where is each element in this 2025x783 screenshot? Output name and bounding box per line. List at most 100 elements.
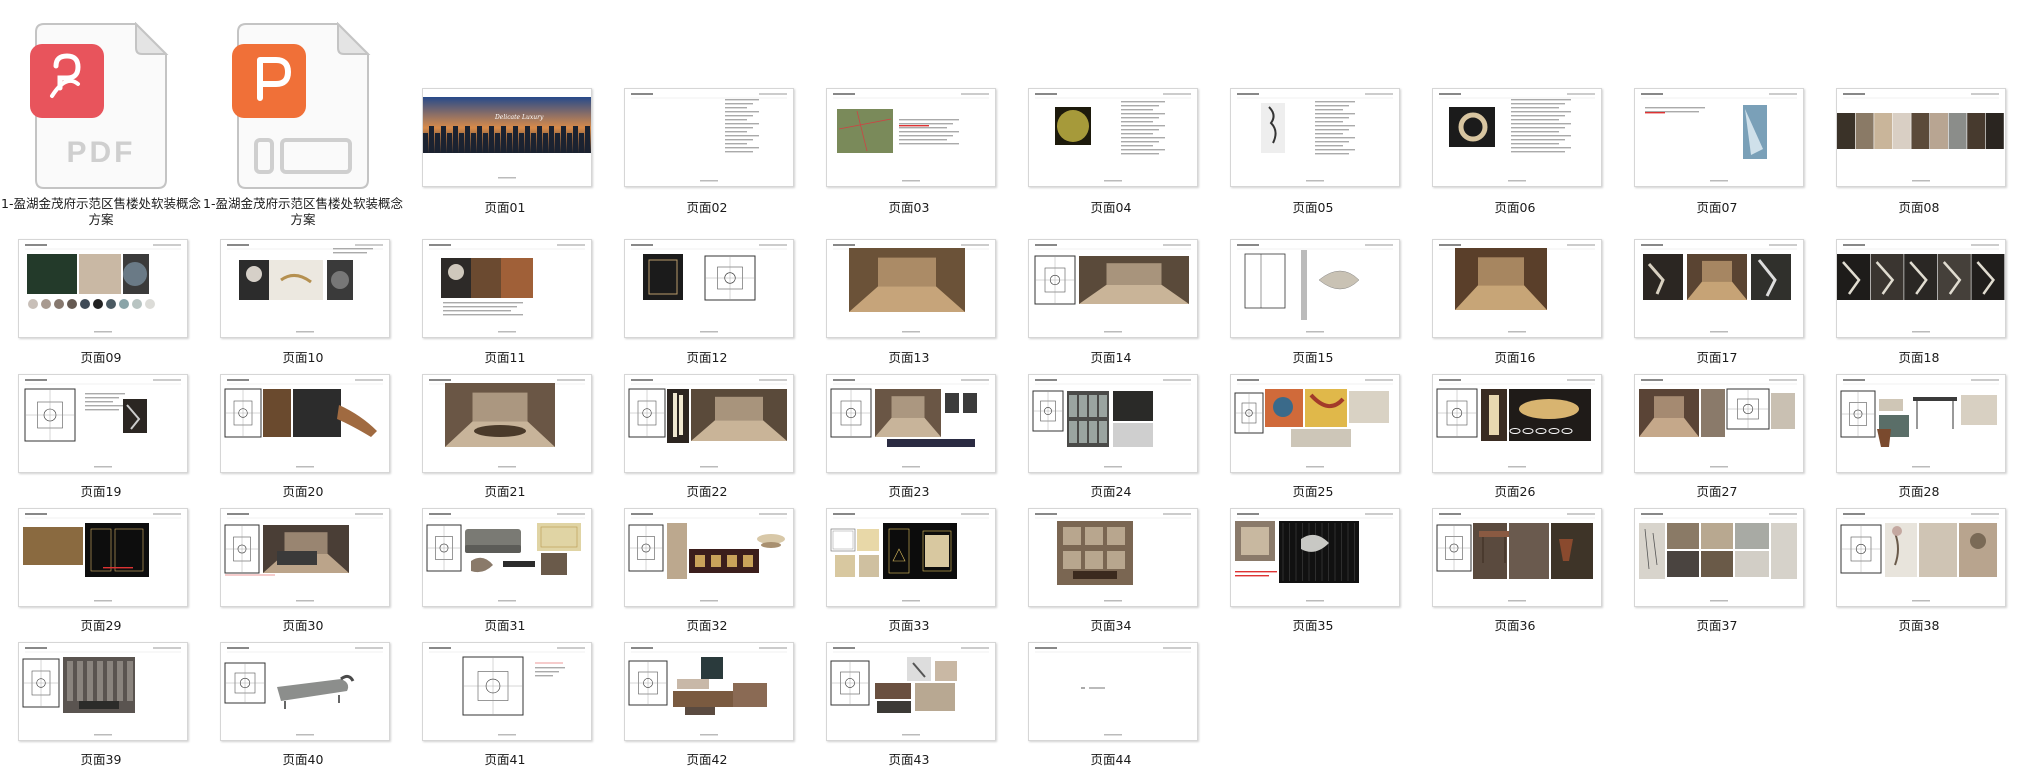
page-thumbnail-item[interactable]: 页面05 — [1212, 84, 1414, 219]
page-thumbnail-item[interactable]: 页面19 — [0, 370, 202, 503]
page-thumbnail-item[interactable]: 页面32 — [606, 504, 808, 637]
page-thumbnail-item[interactable]: 页面07 — [1616, 84, 1818, 219]
page-thumbnail-item[interactable]: 页面31 — [404, 504, 606, 637]
page-thumbnail-item[interactable]: 页面27 — [1616, 370, 1818, 503]
page-thumbnail-item[interactable]: 页面38 — [1818, 504, 2020, 637]
page-thumbnail-label: 页面04 — [1090, 200, 1132, 215]
page-thumbnail-image — [826, 508, 996, 607]
page-thumbnail-item[interactable]: 页面06 — [1414, 84, 1616, 219]
page-thumbnail-item[interactable]: 页面13 — [808, 235, 1010, 369]
page-thumbnail-label: 页面09 — [80, 350, 122, 365]
page-thumbnail-image — [1230, 374, 1400, 473]
page-thumbnail-item[interactable]: 页面36 — [1414, 504, 1616, 637]
page-thumbnail-item[interactable]: 页面11 — [404, 235, 606, 369]
page-thumbnail-label: 页面35 — [1292, 618, 1334, 633]
page-thumbnail-image — [18, 374, 188, 473]
page-thumbnail-image — [1836, 239, 2006, 338]
page-thumbnail-label: 页面30 — [282, 618, 324, 633]
page-thumbnail-label: 页面23 — [888, 484, 930, 499]
page-thumbnail-image — [624, 239, 794, 338]
page-thumbnail-item[interactable]: 页面12 — [606, 235, 808, 369]
page-thumbnail-item[interactable]: 页面03 — [808, 84, 1010, 219]
page-thumbnail-item[interactable]: 页面23 — [808, 370, 1010, 503]
page-thumbnail-item[interactable]: 页面30 — [202, 504, 404, 637]
page-thumbnail-image — [1836, 374, 2006, 473]
page-thumbnail-item[interactable]: 页面20 — [202, 370, 404, 503]
svg-text:Delicate Luxury: Delicate Luxury — [494, 114, 544, 121]
pdf-file-icon: PDF — [30, 22, 169, 189]
page-thumbnail-item[interactable]: 页面02 — [606, 84, 808, 219]
page-thumbnail-label: 页面14 — [1090, 350, 1132, 365]
page-thumbnail-item[interactable]: 页面04 — [1010, 84, 1212, 219]
page-thumbnail-image — [220, 642, 390, 741]
page-thumbnail-item[interactable]: 页面41 — [404, 638, 606, 771]
page-thumbnail-item[interactable]: 页面18 — [1818, 235, 2020, 369]
file-name: 1-盈湖金茂府示范区售楼处软装概念方案 — [203, 196, 403, 227]
page-thumbnail-item[interactable]: 页面08 — [1818, 84, 2020, 219]
page-thumbnail-item[interactable]: 页面22 — [606, 370, 808, 503]
page-thumbnail-image — [422, 239, 592, 338]
page-thumbnail-image — [1432, 239, 1602, 338]
page-thumbnail-item[interactable]: 页面16 — [1414, 235, 1616, 369]
page-thumbnail-item[interactable]: 页面35 — [1212, 504, 1414, 637]
page-thumbnail-image — [1836, 88, 2006, 187]
page-thumbnail-image — [1634, 508, 1804, 607]
page-thumbnail-label: 页面27 — [1696, 484, 1738, 499]
page-thumbnail-item[interactable]: 页面28 — [1818, 370, 2020, 503]
page-thumbnail-image — [1230, 88, 1400, 187]
page-thumbnail-image: Delicate Luxury — [422, 88, 592, 187]
page-thumbnail-label: 页面12 — [686, 350, 728, 365]
page-thumbnail-item[interactable]: 页面26 — [1414, 370, 1616, 503]
page-thumbnail-image — [18, 642, 188, 741]
page-thumbnail-image — [422, 508, 592, 607]
page-thumbnail-image — [1028, 508, 1198, 607]
page-thumbnail-label: 页面18 — [1898, 350, 1940, 365]
page-thumbnail-label: 页面07 — [1696, 200, 1738, 215]
page-thumbnail-label: 页面02 — [686, 200, 728, 215]
page-thumbnail-item[interactable]: 页面43 — [808, 638, 1010, 771]
page-thumbnail-item[interactable]: 页面34 — [1010, 504, 1212, 637]
page-thumbnail-item[interactable]: 页面15 — [1212, 235, 1414, 369]
page-thumbnail-item[interactable]: Delicate Luxury 页面01 — [404, 84, 606, 219]
page-thumbnail-image — [1432, 508, 1602, 607]
page-thumbnail-item[interactable]: 页面39 — [0, 638, 202, 771]
page-thumbnail-image — [220, 239, 390, 338]
page-thumbnail-label: 页面31 — [484, 618, 526, 633]
page-thumbnail-item[interactable]: 页面25 — [1212, 370, 1414, 503]
page-thumbnail-label: 页面11 — [484, 350, 526, 365]
page-thumbnail-label: 页面38 — [1898, 618, 1940, 633]
file-item[interactable]: PDF 1-盈湖金茂府示范区售楼处软装概念方案 — [0, 0, 202, 240]
page-thumbnail-image — [18, 239, 188, 338]
page-thumbnail-image — [826, 642, 996, 741]
page-thumbnail-image — [1230, 508, 1400, 607]
page-thumbnail-item[interactable]: 页面14 — [1010, 235, 1212, 369]
page-thumbnail-label: 页面24 — [1090, 484, 1132, 499]
page-thumbnail-image — [220, 374, 390, 473]
page-thumbnail-item[interactable]: 页面44 — [1010, 638, 1212, 771]
page-thumbnail-image — [1028, 88, 1198, 187]
page-thumbnail-label: 页面29 — [80, 618, 122, 633]
page-thumbnail-item[interactable]: 页面21 — [404, 370, 606, 503]
page-thumbnail-image — [1836, 508, 2006, 607]
page-thumbnail-item[interactable]: 页面29 — [0, 504, 202, 637]
page-thumbnail-item[interactable]: 页面40 — [202, 638, 404, 771]
page-thumbnail-item[interactable]: 页面37 — [1616, 504, 1818, 637]
page-thumbnail-item[interactable]: 页面09 — [0, 235, 202, 369]
presentation-file-icon — [232, 22, 371, 189]
page-thumbnail-item[interactable]: 页面42 — [606, 638, 808, 771]
page-thumbnail-label: 页面16 — [1494, 350, 1536, 365]
page-thumbnail-image — [624, 88, 794, 187]
page-thumbnail-item[interactable]: 页面33 — [808, 504, 1010, 637]
file-item[interactable]: 1-盈湖金茂府示范区售楼处软装概念方案 — [202, 0, 404, 240]
page-thumbnail-label: 页面40 — [282, 752, 324, 767]
page-thumbnail-image — [18, 508, 188, 607]
page-thumbnail-label: 页面43 — [888, 752, 930, 767]
page-thumbnail-item[interactable]: 页面17 — [1616, 235, 1818, 369]
page-thumbnail-image — [1028, 374, 1198, 473]
page-thumbnail-label: 页面19 — [80, 484, 122, 499]
page-thumbnail-item[interactable]: 页面10 — [202, 235, 404, 369]
page-thumbnail-label: 页面41 — [484, 752, 526, 767]
page-thumbnail-label: 页面25 — [1292, 484, 1334, 499]
page-thumbnail-image — [624, 374, 794, 473]
page-thumbnail-item[interactable]: 页面24 — [1010, 370, 1212, 503]
